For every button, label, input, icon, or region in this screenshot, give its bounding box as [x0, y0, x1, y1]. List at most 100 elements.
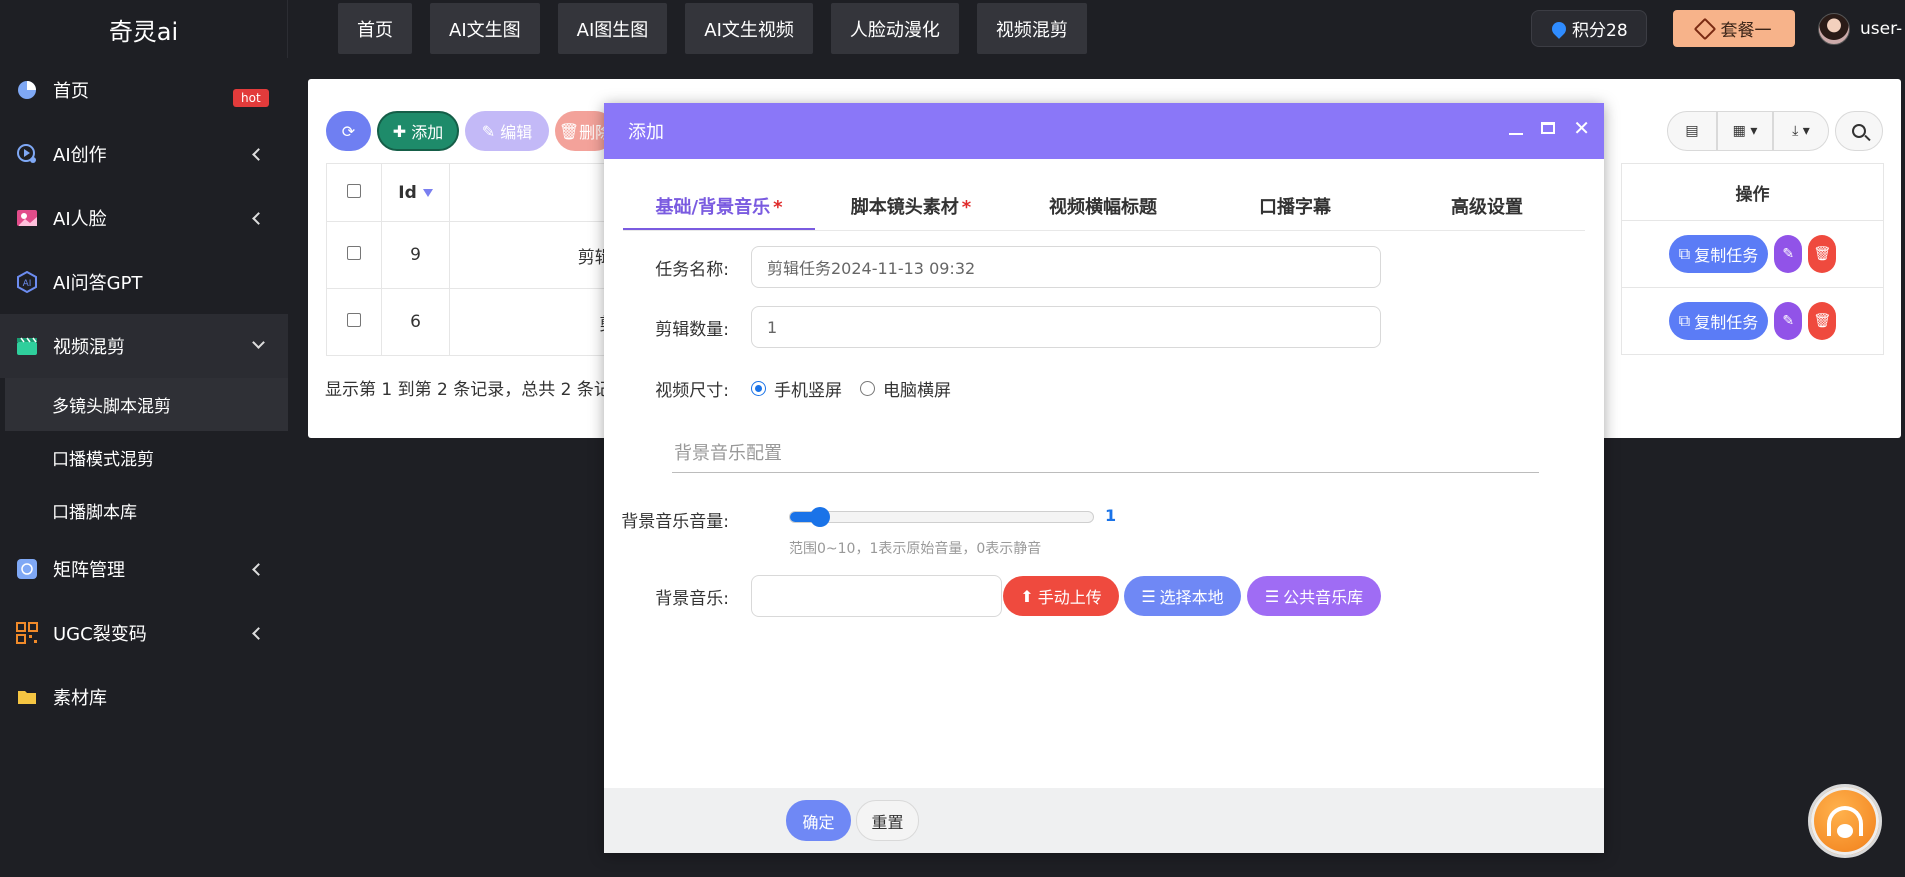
- edit-label: 编辑: [500, 123, 533, 142]
- sidebar-item-label: AI创作: [53, 145, 107, 166]
- volume-slider[interactable]: [789, 507, 1094, 527]
- top-nav-video-mix[interactable]: 视频混剪: [976, 3, 1087, 54]
- plus-icon: ✚: [392, 121, 407, 141]
- sidebar-subitem-multi-shot[interactable]: 多镜头脚本混剪: [5, 378, 288, 431]
- package-button[interactable]: 套餐一: [1673, 10, 1795, 47]
- choose-local-label: 选择本地: [1159, 588, 1224, 607]
- music-input[interactable]: [751, 575, 1002, 617]
- sidebar-item-ai-face[interactable]: AI人脸: [0, 186, 288, 250]
- trash-icon: 🗑: [558, 121, 580, 141]
- top-nav-text-to-video[interactable]: AI文生视频: [685, 3, 813, 54]
- top-nav-image-to-image[interactable]: AI图生图: [557, 3, 668, 54]
- sidebar-item-matrix[interactable]: 矩阵管理: [0, 537, 288, 601]
- upload-button[interactable]: ⬆ 手动上传: [1003, 576, 1119, 616]
- id-header[interactable]: Id: [381, 163, 450, 222]
- sort-down-icon: [422, 188, 433, 197]
- add-dialog: 添加 ✕ 基础/背景音乐 * 脚本镜头素材 * 视频横幅标题 口播字幕 高级设置 任…: [604, 103, 1604, 853]
- tab-advanced[interactable]: 高级设置: [1391, 179, 1583, 230]
- top-bar: 奇灵ai 首页 AI文生图 AI图生图 AI文生视频 人脸动漫化 视频混剪 积分…: [0, 0, 1905, 58]
- user-menu[interactable]: user-: [1818, 13, 1902, 45]
- close-icon[interactable]: ✕: [1573, 118, 1590, 138]
- copy-task-button[interactable]: ⧉ 复制任务: [1668, 235, 1769, 273]
- customer-service-button[interactable]: [1808, 784, 1882, 858]
- task-name-input[interactable]: 剪辑任务2024-11-13 09:32: [751, 246, 1381, 288]
- copy-icon: ⧉: [1678, 311, 1691, 330]
- sidebar-item-label: 视频混剪: [53, 337, 125, 358]
- refresh-icon: ⟳: [341, 121, 356, 141]
- refresh-button[interactable]: ⟳: [326, 111, 371, 151]
- sidebar-item-materials[interactable]: 素材库: [0, 665, 288, 729]
- reset-button[interactable]: 重置: [856, 800, 919, 841]
- tab-basic-music[interactable]: 基础/背景音乐 *: [623, 179, 815, 230]
- edit-button[interactable]: ✎ 编辑: [465, 111, 549, 151]
- select-all-checkbox[interactable]: [347, 183, 361, 198]
- top-nav-home[interactable]: 首页: [338, 3, 412, 54]
- add-button[interactable]: ✚ 添加: [377, 111, 459, 151]
- count-input[interactable]: 1: [751, 306, 1381, 348]
- qr-code-icon: [16, 622, 38, 644]
- radio-checked: [751, 381, 766, 396]
- music-row: 背景音乐: ⬆ 手动上传 ☰ 选择本地 ☰ 公共音乐库: [604, 575, 1381, 617]
- chevron-left-icon: [252, 563, 265, 576]
- pencil-icon: ✎: [1782, 313, 1795, 329]
- sidebar-item-ugc[interactable]: UGC裂变码: [0, 601, 288, 665]
- tab-banner-title[interactable]: 视频横幅标题: [1007, 179, 1199, 230]
- minimize-icon[interactable]: [1509, 121, 1524, 135]
- chevron-left-icon: [252, 212, 265, 225]
- points-badge[interactable]: 积分28: [1531, 10, 1647, 47]
- row-edit-button[interactable]: ✎: [1774, 302, 1803, 340]
- copy-task-button[interactable]: ⧉ 复制任务: [1668, 302, 1769, 340]
- brand-logo[interactable]: 奇灵ai: [0, 0, 288, 58]
- grid-icon: ▦ ▾: [1732, 123, 1758, 139]
- toggle-view-button[interactable]: ▤: [1667, 111, 1717, 151]
- dialog-header: 添加 ✕: [604, 103, 1604, 159]
- count-label: 剪辑数量:: [655, 319, 729, 340]
- matrix-icon: [17, 559, 37, 579]
- export-button[interactable]: ⤓ ▾: [1773, 111, 1829, 151]
- upload-icon: ⬆: [1020, 586, 1034, 606]
- music-library-button[interactable]: ☰ 公共音乐库: [1247, 576, 1381, 616]
- radio-label: 电脑横屏: [883, 381, 951, 401]
- dialog-tabs: 基础/背景音乐 * 脚本镜头素材 * 视频横幅标题 口播字幕 高级设置: [623, 179, 1585, 231]
- sidebar-item-ai-gpt[interactable]: AI AI问答GPT: [0, 250, 288, 314]
- size-option-landscape[interactable]: 电脑横屏: [860, 376, 951, 401]
- sidebar-item-ai-create[interactable]: AI创作: [0, 122, 288, 186]
- section-title: 背景音乐配置: [672, 433, 1539, 473]
- row-id: 9: [381, 221, 450, 289]
- row-id: 6: [381, 288, 450, 356]
- choose-local-button[interactable]: ☰ 选择本地: [1124, 576, 1241, 616]
- ai-create-icon: [17, 144, 36, 163]
- top-nav: 首页 AI文生图 AI图生图 AI文生视频 人脸动漫化 视频混剪: [338, 3, 1087, 54]
- tab-label: 口播字幕: [1259, 197, 1331, 218]
- row-checkbox[interactable]: [347, 246, 361, 260]
- sidebar: 首页 hot AI创作 AI人脸 AI AI问答GPT 视频混剪 多镜头脚本混剪…: [0, 58, 288, 877]
- row-delete-button[interactable]: 🗑: [1808, 235, 1837, 273]
- search-button[interactable]: [1835, 111, 1883, 151]
- row-checkbox[interactable]: [347, 313, 361, 327]
- top-nav-text-to-image[interactable]: AI文生图: [430, 3, 540, 54]
- tab-subtitles[interactable]: 口播字幕: [1199, 179, 1391, 230]
- table-tools: ▤ ▦ ▾ ⤓ ▾: [1667, 111, 1829, 151]
- tab-script-shots[interactable]: 脚本镜头素材 *: [815, 179, 1007, 230]
- volume-hint: 范围0~10，1表示原始音量，0表示静音: [789, 541, 1042, 557]
- maximize-icon[interactable]: [1541, 122, 1556, 134]
- sidebar-subitem-voiceover-mix[interactable]: 口播模式混剪: [0, 431, 288, 484]
- row-actions: ⧉ 复制任务 ✎ 🗑: [1621, 221, 1884, 288]
- columns-button[interactable]: ▦ ▾: [1717, 111, 1773, 151]
- count-row: 剪辑数量: 1: [604, 306, 1381, 348]
- task-name-row: 任务名称: 剪辑任务2024-11-13 09:32: [604, 246, 1381, 288]
- row-edit-button[interactable]: ✎: [1774, 235, 1803, 273]
- sidebar-item-label: 素材库: [53, 688, 107, 709]
- size-option-portrait[interactable]: 手机竖屏: [751, 376, 842, 401]
- sidebar-item-label: AI人脸: [53, 209, 107, 230]
- sidebar-item-video-mix[interactable]: 视频混剪: [0, 314, 288, 378]
- sidebar-item-home[interactable]: 首页 hot: [0, 58, 288, 122]
- volume-slider-handle[interactable]: [810, 507, 831, 527]
- row-actions: ⧉ 复制任务 ✎ 🗑: [1621, 288, 1884, 355]
- table-toolbar: ⟳ ✚ 添加 ✎ 编辑 🗑 删除: [326, 111, 615, 151]
- top-nav-face-anime[interactable]: 人脸动漫化: [830, 3, 959, 54]
- sidebar-subitem-script-library[interactable]: 口播脚本库: [0, 484, 288, 537]
- row-delete-button[interactable]: 🗑: [1808, 302, 1837, 340]
- id-header-label: Id: [398, 182, 417, 203]
- confirm-button[interactable]: 确定: [786, 800, 851, 841]
